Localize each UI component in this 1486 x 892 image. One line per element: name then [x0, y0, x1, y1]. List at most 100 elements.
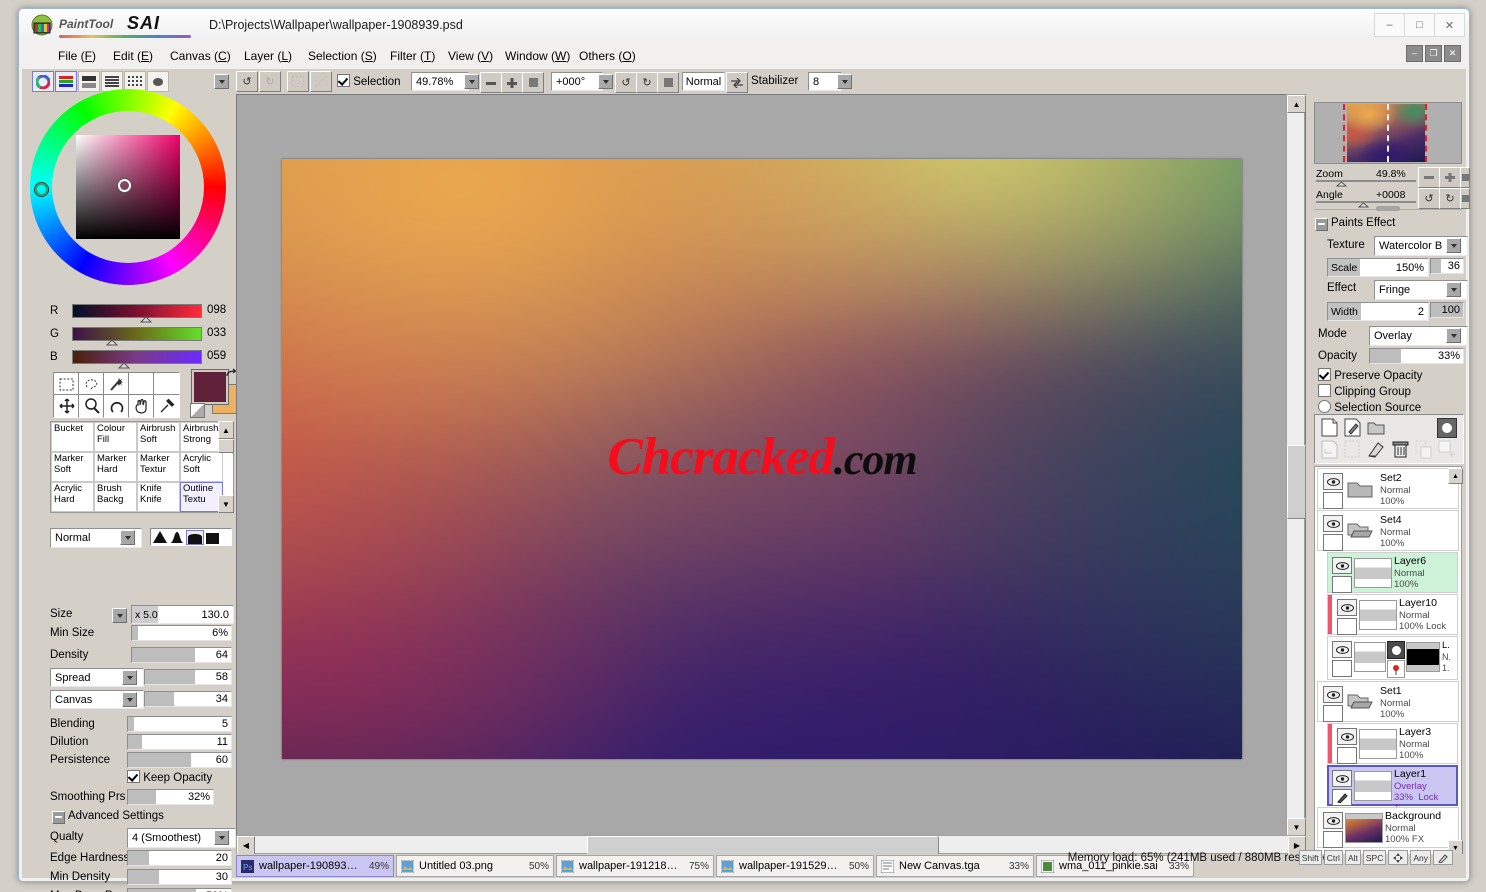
minus-box-icon[interactable] [52, 811, 65, 824]
tab-wallpaper-191529[interactable]: wallpaper-191529… 50% [716, 855, 874, 877]
layer-row-set4[interactable]: Set4 Normal 100% [1317, 510, 1459, 551]
layer-mode-dropdown[interactable] [1446, 328, 1461, 343]
min-size-slider[interactable]: 6% [131, 625, 232, 641]
max-dens-slider[interactable]: 59% [127, 888, 232, 892]
visibility-toggle[interactable] [1323, 812, 1343, 848]
spread-slider[interactable]: 58 [144, 669, 232, 685]
alt-key-indicator[interactable]: Alt [1345, 850, 1361, 865]
selection-all-button[interactable] [287, 71, 309, 92]
shape-square-icon[interactable] [205, 531, 220, 544]
nav-zoom-out-button[interactable] [1418, 167, 1440, 188]
merge-down-icon[interactable] [1321, 440, 1338, 459]
mask-preview-thumbnail[interactable] [1406, 642, 1440, 672]
scroll-down-button[interactable]: ▼ [1287, 818, 1306, 836]
visibility-toggle[interactable] [1332, 557, 1352, 593]
nav-rotate-ccw-button[interactable]: ↺ [1418, 188, 1440, 209]
shape-round-icon[interactable] [186, 530, 204, 545]
close-button[interactable]: ✕ [1435, 13, 1465, 37]
layer-row-set1[interactable]: Set1 Normal 100% [1317, 681, 1459, 722]
redo-button[interactable]: ↻ [259, 71, 281, 92]
dock-options-dropdown[interactable] [214, 74, 229, 89]
nav-angle-handle[interactable] [1358, 202, 1369, 208]
selection-source-radio[interactable] [1318, 400, 1331, 413]
layer-lock-box[interactable] [1337, 747, 1357, 764]
nav-zoom-reset-button[interactable] [1460, 167, 1470, 188]
paints-effect-collapse-icon[interactable] [1315, 218, 1328, 231]
menu-window[interactable]: Window (W) [499, 47, 576, 65]
keep-opacity-checkbox[interactable] [127, 770, 140, 783]
menu-edit[interactable]: Edit (E) [107, 47, 159, 65]
shift-key-indicator[interactable]: Shift [1299, 850, 1322, 865]
dilution-slider[interactable]: 11 [127, 734, 232, 750]
delete-layer-icon[interactable] [1392, 440, 1409, 459]
advanced-settings-label[interactable]: Advanced Settings [68, 810, 164, 822]
nav-rotate-reset-button[interactable] [1460, 188, 1470, 209]
layer-thumbnail[interactable] [1359, 729, 1397, 759]
canvas-dropdown[interactable] [122, 692, 137, 707]
zoom-dropdown[interactable] [464, 74, 479, 89]
rotate-cw-button[interactable]: ↻ [636, 72, 658, 93]
eye-icon[interactable] [1323, 812, 1343, 829]
min-density-slider[interactable]: 30 [127, 869, 232, 885]
spc-key-indicator[interactable]: SPC [1363, 850, 1386, 865]
artboard[interactable]: Chcracked.com [282, 159, 1242, 759]
texture-dropdown[interactable] [1446, 238, 1461, 253]
opacity-slider[interactable]: 33% [1369, 348, 1464, 364]
layer-row-background[interactable]: Background Normal 100% FX [1317, 807, 1459, 848]
stabilizer-dropdown[interactable] [837, 74, 852, 89]
width-slider[interactable]: 100 [1430, 302, 1464, 318]
menu-file[interactable]: File (F) [52, 47, 102, 65]
tab-new-canvas[interactable]: New Canvas.tga 33% [876, 855, 1034, 877]
selection-toggle[interactable]: Selection [337, 74, 401, 88]
transfer-down-icon[interactable] [1344, 440, 1361, 459]
pen-icon[interactable] [1433, 850, 1453, 865]
new-layer-icon[interactable] [1321, 418, 1338, 437]
layer-lock-box[interactable] [1332, 660, 1352, 677]
effect-dropdown[interactable] [1446, 282, 1461, 297]
nav-rotate-cw-button[interactable]: ↻ [1439, 188, 1461, 209]
menu-layer[interactable]: Layer (L) [238, 47, 298, 65]
shape-triangle-icon[interactable] [152, 530, 168, 544]
add-below-icon[interactable] [1438, 440, 1455, 459]
shape-bell-icon[interactable] [169, 530, 185, 544]
layer-thumbnail[interactable] [1354, 642, 1386, 672]
navigator-panel[interactable] [1314, 102, 1462, 164]
nav-zoom-in-button[interactable] [1439, 167, 1461, 188]
any-key-indicator[interactable]: Any [1410, 850, 1431, 865]
layer-list[interactable]: Set2 Normal 100% Set4 Normal [1314, 466, 1462, 856]
quality-dropdown[interactable] [214, 830, 229, 845]
canvas-viewport[interactable]: Chcracked.com [236, 94, 1306, 854]
scale-slider[interactable]: 36 [1430, 258, 1464, 274]
zoom-reset-button[interactable] [522, 72, 544, 93]
blending-slider[interactable]: 5 [127, 716, 232, 732]
selection-deselect-button[interactable] [310, 71, 332, 92]
layer-thumbnail[interactable] [1359, 600, 1397, 630]
rotate-ccw-button[interactable]: ↺ [615, 72, 637, 93]
nav-zoom-handle[interactable] [1336, 181, 1347, 187]
rotate-reset-button[interactable] [657, 72, 679, 93]
persistence-slider[interactable]: 60 [127, 752, 232, 768]
clipping-group-toggle[interactable]: Clipping Group [1318, 384, 1411, 398]
layer-row-layer3[interactable]: Layer3 Normal 100% [1327, 723, 1458, 764]
tab-untitled-03[interactable]: Untitled 03.png 50% [396, 855, 554, 877]
vscroll-thumb[interactable] [1287, 445, 1306, 519]
maximize-button[interactable]: □ [1405, 13, 1435, 37]
scroll-left-button[interactable]: ◀ [237, 836, 255, 855]
minimize-button[interactable]: – [1374, 13, 1405, 37]
canvas-vscrollbar[interactable]: ▲ ▼ [1286, 94, 1305, 835]
layer-scroll-up-icon[interactable]: ▲ [1448, 468, 1463, 484]
scale-field[interactable]: Scale 150% [1327, 258, 1429, 277]
canvas-slider[interactable]: 34 [144, 691, 232, 707]
layer-lock-box[interactable] [1323, 831, 1343, 848]
panel-resize-handle[interactable] [1376, 206, 1400, 211]
visibility-toggle[interactable] [1337, 728, 1357, 764]
eye-icon[interactable] [1332, 557, 1352, 574]
zoom-out-button[interactable] [480, 72, 502, 93]
eye-icon[interactable] [1337, 599, 1357, 616]
layer-thumbnail[interactable] [1345, 813, 1383, 843]
menu-canvas[interactable]: Canvas (C) [164, 47, 237, 65]
layer-row-mask[interactable]: L. N. 1. [1327, 636, 1458, 680]
hscroll-thumb[interactable] [587, 836, 939, 855]
eye-icon[interactable] [1323, 515, 1343, 532]
undo-button[interactable]: ↺ [236, 71, 258, 92]
